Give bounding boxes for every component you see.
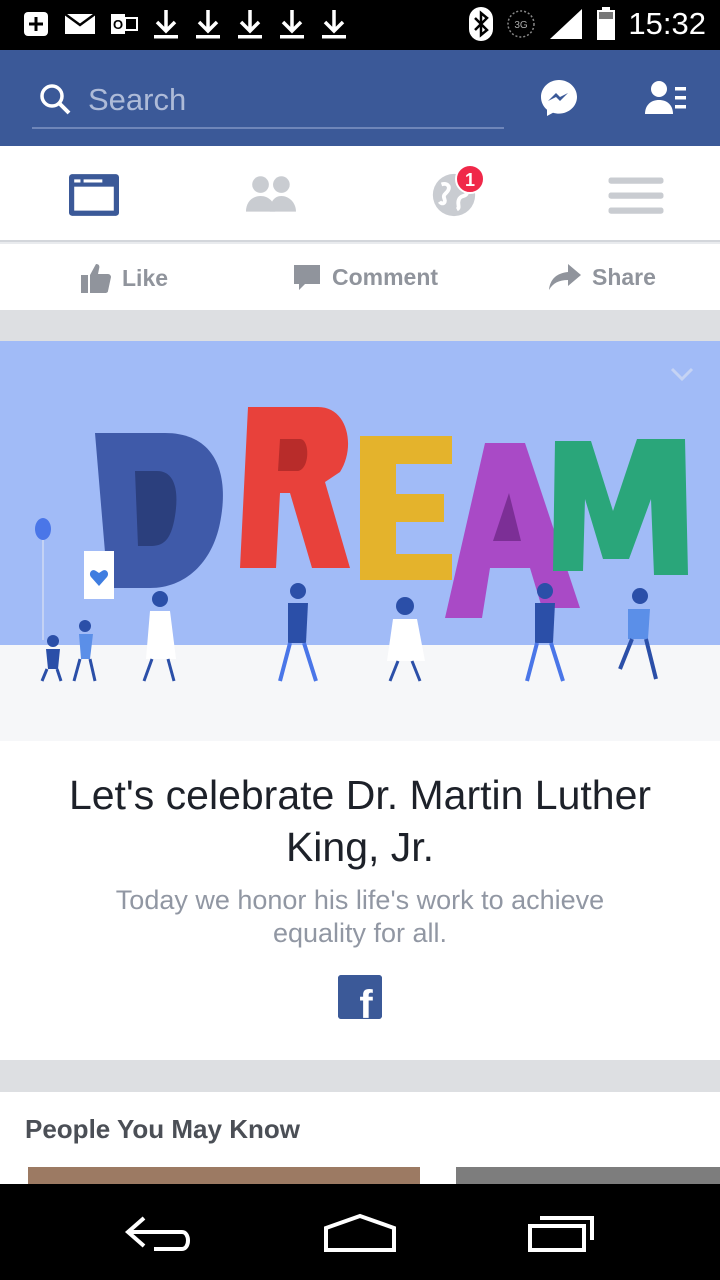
signal-icon (550, 9, 583, 39)
3g-icon: 3G (507, 10, 536, 38)
card-headline: Let's celebrate Dr. Martin Luther King, … (68, 772, 652, 870)
thumbs-up-icon (81, 264, 111, 293)
back-icon[interactable] (124, 1214, 196, 1254)
outlook-icon: O (111, 14, 138, 34)
tab-bar (0, 146, 720, 242)
recent-apps-icon[interactable] (526, 1214, 598, 1254)
balloon (35, 518, 51, 540)
messenger-icon[interactable] (540, 78, 578, 118)
top-bar: Search (0, 50, 720, 146)
dream-illustration (0, 341, 720, 741)
search-placeholder: Search (88, 81, 187, 117)
card-subtext: Today we honor his life's work to achiev… (115, 885, 605, 948)
like-label: Like (122, 264, 169, 291)
svg-text:f: f (359, 983, 373, 1019)
home-icon[interactable] (322, 1212, 398, 1254)
letter-r-counter (278, 439, 308, 471)
comment-label: Comment (332, 263, 439, 290)
share-label: Share (592, 263, 656, 290)
battery-icon (597, 7, 616, 40)
share-button[interactable]: Share (548, 262, 656, 292)
add-icon (24, 12, 48, 36)
like-button[interactable]: Like (80, 262, 168, 294)
notification-icons: O (22, 8, 348, 40)
system-navigation-bar (0, 1184, 720, 1280)
download-icon (154, 10, 178, 39)
celebration-card: Let's celebrate Dr. Martin Luther King, … (0, 341, 720, 1060)
status-bar: O 3G 15:32 (0, 0, 720, 50)
search-icon (40, 83, 71, 114)
svg-text:O: O (113, 17, 123, 32)
friend-requests-icon[interactable] (644, 78, 688, 118)
news-feed-icon[interactable] (64, 170, 124, 220)
person-photo[interactable] (456, 1167, 720, 1184)
comment-icon (294, 265, 320, 290)
friends-icon[interactable] (242, 170, 302, 220)
notification-badge: 1 (455, 164, 485, 194)
download-icon (238, 10, 262, 39)
letter-e (360, 436, 452, 580)
svg-text:3G: 3G (515, 20, 529, 31)
people-you-may-know-section: People You May Know (0, 1092, 720, 1184)
menu-icon[interactable] (606, 170, 666, 220)
feed-divider-2 (0, 1060, 720, 1092)
facebook-logo-icon: f (338, 975, 382, 1019)
feed-divider (0, 310, 720, 341)
section-title: People You May Know (25, 1114, 300, 1144)
download-icon (196, 10, 220, 39)
download-icon (280, 10, 304, 39)
system-icons: 3G 15:32 (468, 6, 706, 42)
clock: 15:32 (628, 6, 706, 41)
share-icon (549, 264, 581, 290)
comment-button[interactable]: Comment (292, 262, 438, 292)
search-bar[interactable]: Search (32, 72, 504, 129)
person-photo[interactable] (28, 1167, 420, 1184)
download-icon (322, 10, 346, 39)
bluetooth-icon (469, 7, 494, 41)
mail-icon (64, 12, 96, 34)
post-actions: Like Comment Share (0, 244, 720, 310)
